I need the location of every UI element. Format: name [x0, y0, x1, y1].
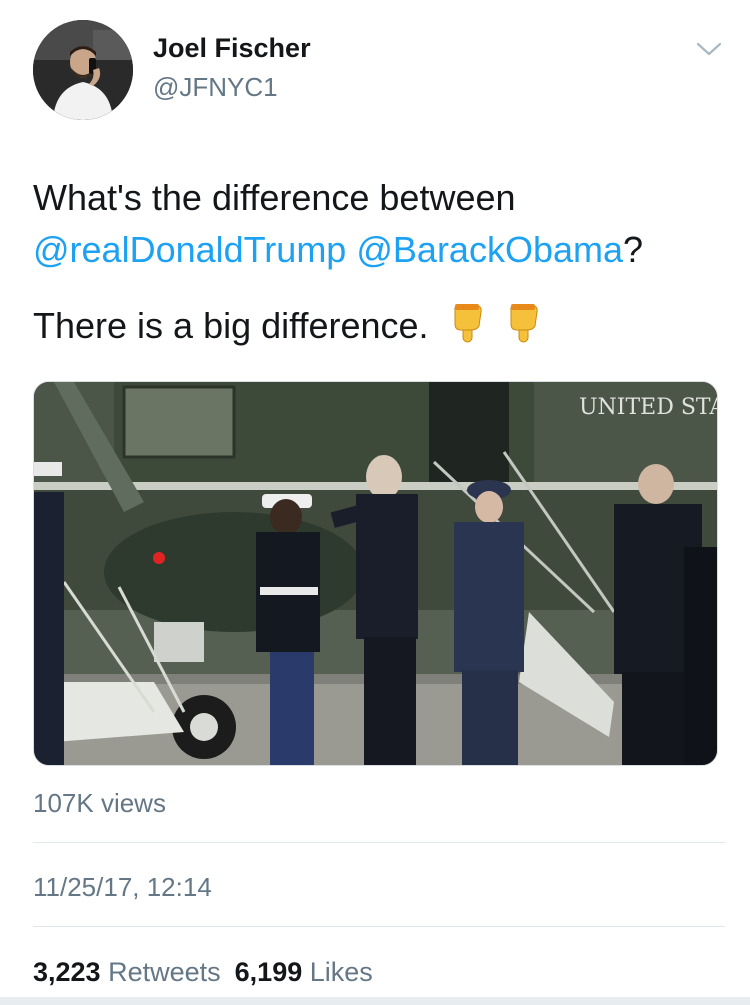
tweet-timestamp[interactable]: 11/25/17, 12:14: [33, 872, 212, 903]
tweet-paragraph-2: There is a big difference.: [33, 300, 723, 352]
tweet-card: Joel Fischer @JFNYC1 What's the differen…: [0, 0, 750, 1005]
tweet-text: What's the difference between @realDonal…: [33, 172, 723, 352]
question-mark: ?: [623, 229, 644, 270]
tweet-text-line: What's the difference between: [33, 177, 516, 218]
divider: [33, 842, 725, 843]
tweet-paragraph-1: What's the difference between @realDonal…: [33, 172, 723, 276]
pointing-down-icon: [449, 304, 485, 344]
retweets-count: 3,223: [33, 957, 101, 987]
retweets-stat[interactable]: 3,223 Retweets: [33, 957, 221, 987]
divider: [33, 926, 725, 927]
mention-link-barackobama[interactable]: @BarackObama: [356, 229, 623, 270]
likes-label: Likes: [309, 957, 373, 987]
mention-link-realdonaldtrump[interactable]: @realDonaldTrump: [33, 229, 346, 270]
pointing-down-icon: [505, 304, 541, 344]
view-count: 107K views: [33, 788, 166, 818]
bottom-divider: [0, 997, 750, 1005]
engagement-stats: 3,223 Retweets 6,199 Likes: [33, 957, 373, 988]
video-thumbnail: UNITED STA: [34, 382, 718, 765]
tweet-video[interactable]: UNITED STA: [33, 381, 718, 766]
avatar[interactable]: [33, 20, 133, 120]
likes-count: 6,199: [234, 957, 303, 987]
display-name[interactable]: Joel Fischer: [153, 33, 311, 64]
chevron-down-icon[interactable]: [694, 38, 724, 60]
video-overlay-text: UNITED STA: [579, 395, 718, 420]
user-handle[interactable]: @JFNYC1: [153, 72, 278, 103]
likes-stat[interactable]: 6,199 Likes: [235, 957, 373, 987]
tweet-text-line: There is a big difference.: [33, 305, 429, 346]
retweets-label: Retweets: [108, 957, 221, 987]
